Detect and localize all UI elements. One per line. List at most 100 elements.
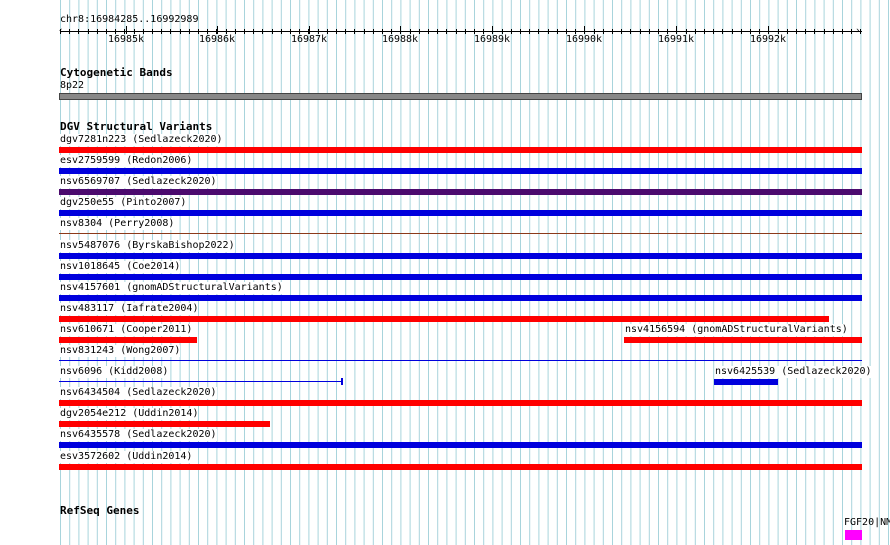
cytoband-bar[interactable] — [59, 93, 862, 100]
ruler-minor-tick — [97, 29, 98, 34]
ruler-minor-tick — [60, 29, 61, 34]
sv-feature[interactable] — [624, 337, 862, 343]
ruler-major-tick — [400, 26, 401, 34]
ruler-minor-tick — [548, 29, 549, 34]
sv-label[interactable]: nsv6435578 (Sedlazeck2020) — [60, 429, 217, 441]
sv-feature[interactable] — [59, 189, 862, 195]
ruler-minor-tick — [860, 29, 861, 34]
sv-feature[interactable] — [59, 147, 862, 153]
refseq-track-title: RefSeq Genes — [60, 504, 140, 517]
ruler-minor-tick — [437, 29, 438, 34]
ruler-minor-tick — [373, 29, 374, 34]
ruler-minor-tick — [511, 29, 512, 34]
ruler-minor-tick — [649, 29, 650, 34]
ruler-minor-tick — [419, 29, 420, 34]
ruler-minor-tick — [557, 29, 558, 34]
sv-feature[interactable] — [714, 379, 778, 385]
sv-label[interactable]: nsv831243 (Wong2007) — [60, 345, 181, 357]
ruler-major-tick — [126, 26, 127, 34]
sv-label[interactable]: nsv4157601 (gnomADStructuralVariants) — [60, 282, 283, 294]
ruler-minor-tick — [842, 29, 843, 34]
ruler-location: chr8:16984285..16992989 — [60, 14, 199, 25]
ruler-major-tick — [217, 26, 218, 34]
sv-label[interactable]: nsv6425539 (Sedlazeck2020) — [715, 366, 872, 378]
sv-label[interactable]: dgv7281n223 (Sedlazeck2020) — [60, 134, 223, 146]
ruler-minor-tick — [612, 29, 613, 34]
gene-label[interactable]: FGF20|NM — [844, 517, 890, 529]
sv-label[interactable]: esv2759599 (Redon2006) — [60, 155, 193, 167]
sv-feature[interactable] — [59, 400, 862, 406]
ruler-minor-tick — [152, 29, 153, 34]
ruler-minor-tick — [529, 29, 530, 34]
sv-feature[interactable] — [59, 316, 829, 322]
sv-feature[interactable] — [59, 337, 197, 343]
ruler-minor-tick — [78, 29, 79, 34]
ruler-major-tick — [768, 26, 769, 34]
ruler-minor-tick — [272, 29, 273, 34]
ruler-minor-tick — [833, 29, 834, 34]
ruler-minor-tick — [88, 29, 89, 34]
sv-label[interactable]: nsv4156594 (gnomADStructuralVariants) — [625, 324, 848, 336]
sv-label[interactable]: nsv6096 (Kidd2008) — [60, 366, 169, 378]
ruler-minor-tick — [235, 29, 236, 34]
ruler-tick-label: 16992k — [749, 34, 787, 45]
ruler-minor-tick — [704, 29, 705, 34]
sv-feature[interactable] — [59, 233, 862, 234]
sv-label[interactable]: nsv5487076 (ByrskaBishop2022) — [60, 240, 235, 252]
sv-label[interactable]: nsv610671 (Cooper2011) — [60, 324, 193, 336]
ruler-minor-tick — [630, 29, 631, 34]
ruler-tick-label: 16990k — [565, 34, 603, 45]
ruler-minor-tick — [327, 29, 328, 34]
sv-label[interactable]: nsv8304 (Perry2008) — [60, 218, 175, 230]
ruler-minor-tick — [106, 29, 107, 34]
ruler-tick-label: 16991k — [657, 34, 695, 45]
ruler-minor-tick — [538, 29, 539, 34]
ruler-minor-tick — [640, 29, 641, 34]
ruler-minor-tick — [161, 29, 162, 34]
ruler-minor-tick — [364, 29, 365, 34]
sv-label[interactable]: esv3572602 (Uddin2014) — [60, 451, 193, 463]
ruler-minor-tick — [262, 29, 263, 34]
ruler-minor-tick — [253, 29, 254, 34]
ruler-tick-label: 16986k — [198, 34, 236, 45]
sv-feature[interactable] — [59, 442, 862, 448]
sv-feature[interactable] — [59, 168, 862, 174]
ruler-major-tick — [309, 26, 310, 34]
ruler-minor-tick — [851, 29, 852, 34]
ruler-tick-label: 16987k — [290, 34, 328, 45]
sv-feature[interactable] — [59, 421, 270, 427]
ruler-minor-tick — [603, 29, 604, 34]
sv-label[interactable]: dgv2054e212 (Uddin2014) — [60, 408, 199, 420]
ruler-minor-tick — [805, 29, 806, 34]
ruler-major-tick — [492, 26, 493, 34]
ruler-minor-tick — [520, 29, 521, 34]
sv-feature[interactable] — [59, 295, 862, 301]
gene-feature[interactable] — [845, 530, 862, 540]
sv-label[interactable]: nsv6569707 (Sedlazeck2020) — [60, 176, 217, 188]
sv-feature[interactable] — [59, 464, 862, 470]
ruler-minor-tick — [732, 29, 733, 34]
ruler-major-tick — [676, 26, 677, 34]
sv-label[interactable]: dgv250e55 (Pinto2007) — [60, 197, 187, 209]
ruler-tick-label: 16985k — [107, 34, 145, 45]
sv-feature[interactable] — [59, 210, 862, 216]
ruler-minor-tick — [354, 29, 355, 34]
ruler-tick-label: 16989k — [473, 34, 511, 45]
sv-feature[interactable] — [59, 274, 862, 280]
ruler-tick-label: 16988k — [381, 34, 419, 45]
sv-label[interactable]: nsv483117 (Iafrate2004) — [60, 303, 199, 315]
sv-label[interactable]: nsv1018645 (Coe2014) — [60, 261, 181, 273]
sv-feature[interactable] — [59, 360, 862, 361]
ruler-minor-tick — [814, 29, 815, 34]
ruler-minor-tick — [824, 29, 825, 34]
ruler-minor-tick — [170, 29, 171, 34]
ruler-minor-tick — [345, 29, 346, 34]
sv-feature[interactable] — [59, 253, 862, 259]
ruler-minor-tick — [69, 29, 70, 34]
ruler-minor-tick — [713, 29, 714, 34]
ruler-minor-tick — [180, 29, 181, 34]
ruler-minor-tick — [336, 29, 337, 34]
ruler-minor-tick — [465, 29, 466, 34]
sv-feature[interactable] — [59, 381, 342, 382]
sv-label[interactable]: nsv6434504 (Sedlazeck2020) — [60, 387, 217, 399]
